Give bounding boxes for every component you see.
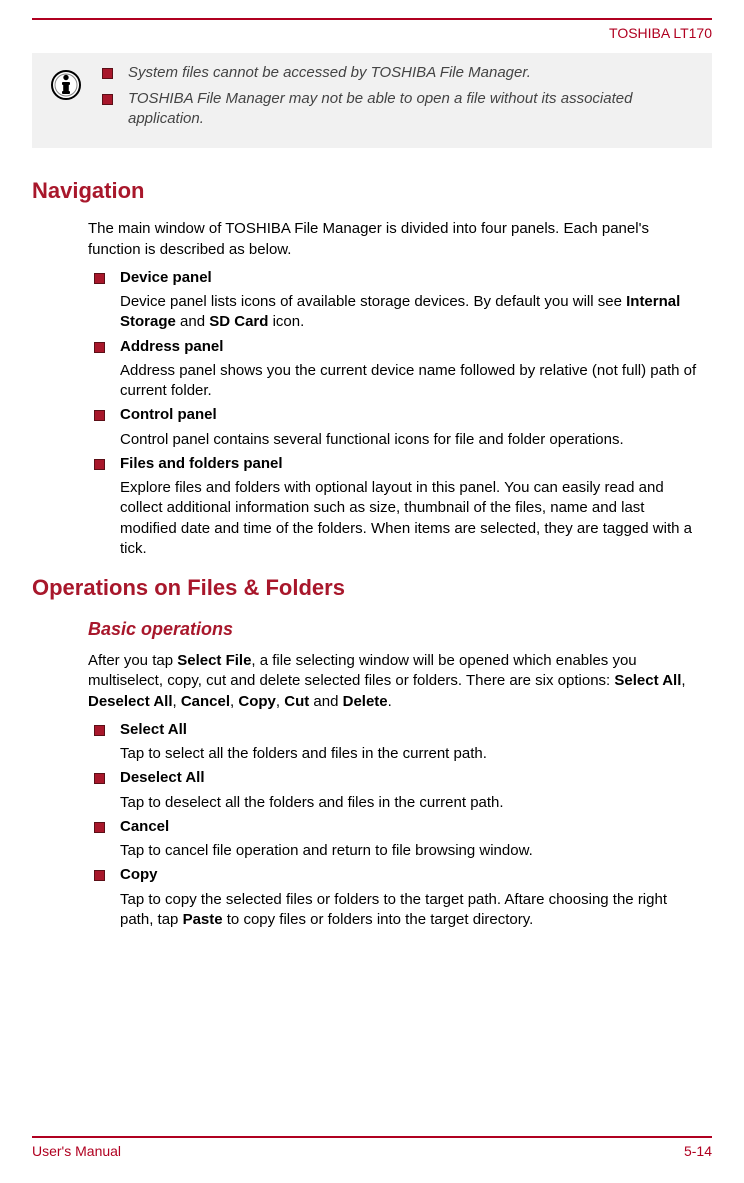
item-desc: Tap to select all the folders and files … [120,744,704,764]
item-title: Device panel [120,268,704,288]
list-item: Control panel Control panel contains sev… [88,405,704,450]
info-box: System files cannot be accessed by TOSHI… [32,53,712,148]
info-icon-slot [36,63,96,101]
item-desc: Tap to deselect all the folders and file… [120,793,704,813]
item-desc: Device panel lists icons of available st… [120,292,704,333]
item-title: Select All [120,720,704,740]
subsection-basic-operations: Basic operations [88,617,704,641]
page-footer: User's Manual 5-14 [32,1136,712,1161]
item-title: Address panel [120,337,704,357]
info-note: TOSHIBA File Manager may not be able to … [96,89,700,130]
nav-intro: The main window of TOSHIBA File Manager … [88,219,704,260]
section-heading-operations: Operations on Files & Folders [32,573,704,603]
item-title: Deselect All [120,768,704,788]
info-note: System files cannot be accessed by TOSHI… [96,63,700,83]
info-list: System files cannot be accessed by TOSHI… [96,63,700,136]
item-desc: Address panel shows you the current devi… [120,361,704,402]
item-title: Control panel [120,405,704,425]
product-name: TOSHIBA LT170 [609,25,712,41]
item-desc: Tap to copy the selected files or folder… [120,890,704,931]
item-title: Files and folders panel [120,454,704,474]
ops-intro: After you tap Select File, a file select… [88,651,704,712]
item-title: Copy [120,865,704,885]
item-desc: Tap to cancel file operation and return … [120,841,704,861]
list-item: Address panel Address panel shows you th… [88,337,704,402]
item-title: Cancel [120,817,704,837]
footer-right: 5-14 [684,1142,712,1161]
list-item: Copy Tap to copy the selected files or f… [88,865,704,930]
footer-left: User's Manual [32,1142,121,1161]
list-item: Files and folders panel Explore files an… [88,454,704,559]
nav-list: Device panel Device panel lists icons of… [88,268,704,559]
info-icon [50,69,82,101]
list-item: Deselect All Tap to deselect all the fol… [88,768,704,813]
section-heading-navigation: Navigation [32,176,704,206]
page-header: TOSHIBA LT170 [32,18,712,43]
item-desc: Explore files and folders with optional … [120,478,704,559]
list-item: Cancel Tap to cancel file operation and … [88,817,704,862]
ops-list: Select All Tap to select all the folders… [88,720,704,930]
list-item: Select All Tap to select all the folders… [88,720,704,765]
item-desc: Control panel contains several functiona… [120,430,704,450]
list-item: Device panel Device panel lists icons of… [88,268,704,333]
